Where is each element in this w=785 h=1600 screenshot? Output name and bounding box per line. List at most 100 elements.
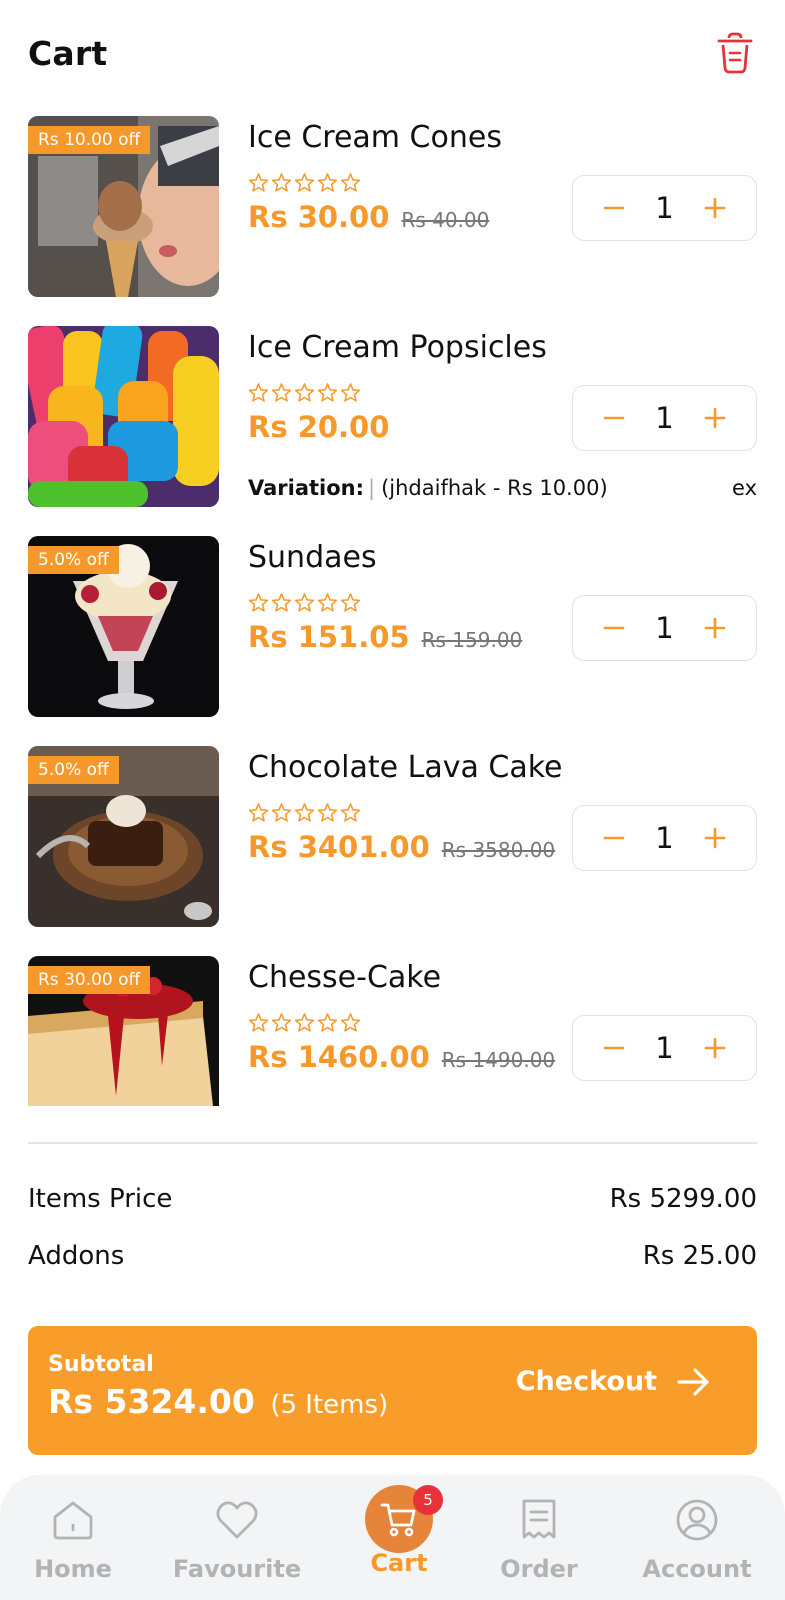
cart-item[interactable]: Ice Cream Popsicles Rs 20.00 Variation: |… [28,326,757,536]
quantity-value: 1 [655,191,674,225]
minus-icon [603,1046,625,1050]
variation-value: (jhdaifhak - Rs 10.00) [381,476,608,500]
plus-icon [704,827,726,849]
star-icon [340,1013,361,1032]
item-name: Chesse-Cake [248,960,442,995]
star-icon [248,803,269,822]
quantity-value: 1 [655,1031,674,1065]
star-icon [317,383,338,402]
item-name: Sundaes [248,540,377,575]
nav-favourite[interactable]: Favourite [157,1475,317,1600]
cart-count-badge: 5 [413,1485,443,1515]
star-icon [248,1013,269,1032]
addons-row: Addons Rs 25.00 [28,1241,757,1271]
items-count: (5 Items) [270,1390,389,1420]
variation-label: Variation: [248,476,365,500]
nav-cart[interactable]: 5 Cart [319,1475,479,1600]
decrease-quantity-button[interactable] [601,405,627,431]
product-image-chocolate-lava-cake[interactable]: 5.0% off [28,746,219,927]
star-icon [248,173,269,192]
discount-badge: 5.0% off [28,756,119,784]
price-row: Rs 151.05 Rs 159.00 [248,620,522,654]
original-price: Rs 159.00 [421,628,523,652]
rating-stars [248,592,361,613]
popsicles-photo [28,326,219,507]
minus-icon [603,416,625,420]
item-name: Ice Cream Cones [248,120,502,155]
nav-label: Favourite [172,1555,302,1583]
original-price: Rs 3580.00 [441,838,556,862]
arrow-right-icon [677,1367,709,1396]
items-price-row: Items Price Rs 5299.00 [28,1184,757,1214]
decrease-quantity-button[interactable] [601,1035,627,1061]
star-icon [294,593,315,612]
price-row: Rs 30.00 Rs 40.00 [248,200,489,234]
nav-home[interactable]: Home [0,1475,153,1600]
addons-value: Rs 25.00 [642,1241,757,1271]
star-icon [271,383,292,402]
checkout-button[interactable]: Checkout [516,1366,711,1397]
quantity-stepper: 1 [572,385,757,451]
price: Rs 151.05 [248,620,410,654]
price-row: Rs 3401.00 Rs 3580.00 [248,830,555,864]
page-title: Cart [28,33,108,73]
rating-stars [248,1012,361,1033]
star-icon [248,593,269,612]
home-icon [53,1501,93,1540]
star-icon [271,1013,292,1032]
divider [28,1142,757,1144]
cart-list: Rs 10.00 off Ice Cream Cones Rs 30.00 Rs… [28,116,757,1106]
rating-stars [248,802,361,823]
star-icon [271,803,292,822]
decrease-quantity-button[interactable] [601,825,627,851]
checkout-bar: Subtotal Rs 5324.00 (5 Items) Checkout [28,1326,757,1455]
decrease-quantity-button[interactable] [601,615,627,641]
cart-item[interactable]: Rs 30.00 off Chesse-Cake Rs 1460.00 Rs 1… [28,956,757,1106]
star-icon [317,1013,338,1032]
original-price: Rs 40.00 [401,208,490,232]
variation-separator: | [368,476,376,500]
nav-label: Order [500,1555,578,1583]
product-image-ice-cream-popsicles[interactable] [28,326,219,507]
nav-order[interactable]: Order [459,1475,619,1600]
product-image-chesse-cake[interactable]: Rs 30.00 off [28,956,219,1106]
star-icon [271,173,292,192]
price: Rs 1460.00 [248,1040,430,1074]
variation-text: Variation: | (jhdaifhak - Rs 10.00) ex [248,476,757,500]
items-price-label: Items Price [28,1184,173,1214]
heart-icon [216,1501,258,1539]
discount-badge: Rs 10.00 off [28,126,151,154]
increase-quantity-button[interactable] [702,405,728,431]
discount-badge: Rs 30.00 off [28,966,151,994]
quantity-stepper: 1 [572,1015,757,1081]
items-price-value: Rs 5299.00 [609,1184,757,1214]
quantity-value: 1 [655,611,674,645]
minus-icon [603,836,625,840]
decrease-quantity-button[interactable] [601,195,627,221]
cart-item[interactable]: Rs 10.00 off Ice Cream Cones Rs 30.00 Rs… [28,116,757,326]
increase-quantity-button[interactable] [702,615,728,641]
quantity-stepper: 1 [572,175,757,241]
star-icon [340,173,361,192]
product-image-sundaes[interactable]: 5.0% off [28,536,219,717]
header: Cart [28,28,757,78]
increase-quantity-button[interactable] [702,825,728,851]
star-icon [294,1013,315,1032]
price: Rs 30.00 [248,200,390,234]
increase-quantity-button[interactable] [702,195,728,221]
clear-cart-button[interactable] [713,28,757,78]
nav-label: Home [34,1555,112,1583]
cart-item[interactable]: 5.0% off Sundaes Rs 151.05 Rs 159.00 1 [28,536,757,746]
addons-label: Addons [28,1241,125,1271]
increase-quantity-button[interactable] [702,1035,728,1061]
price-row: Rs 1460.00 Rs 1490.00 [248,1040,555,1074]
price-row: Rs 20.00 [248,410,389,444]
subtotal-amount: Rs 5324.00 (5 Items) [48,1382,388,1421]
plus-icon [704,617,726,639]
star-icon [317,803,338,822]
receipt-icon [522,1499,556,1539]
product-image-ice-cream-cones[interactable]: Rs 10.00 off [28,116,219,297]
cart-item[interactable]: 5.0% off Chocolate Lava Cake Rs 3401.00 … [28,746,757,956]
star-icon [340,803,361,822]
nav-account[interactable]: Account [617,1475,777,1600]
